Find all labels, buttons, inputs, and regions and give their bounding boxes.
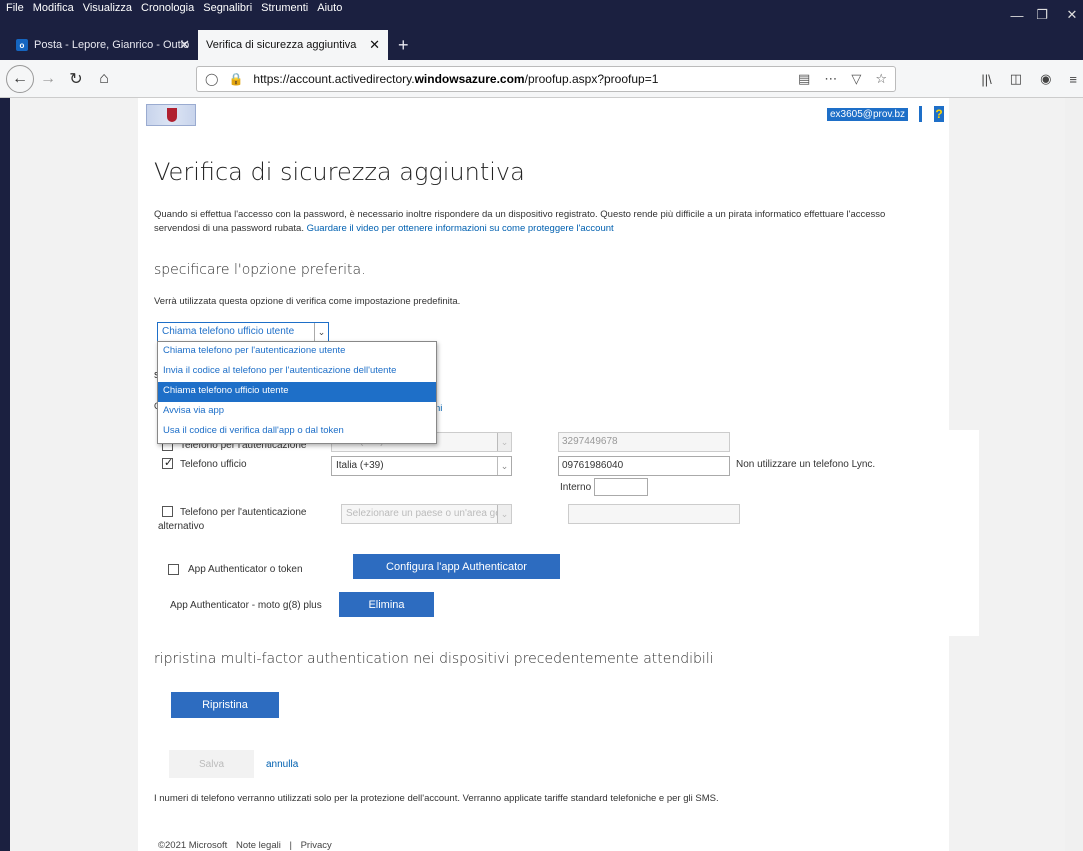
lock-icon[interactable]: 🔒 (228, 72, 243, 86)
chevron-down-icon: ⌄ (497, 505, 511, 523)
close-window-button[interactable]: ✕ (1050, 0, 1083, 30)
pocket-icon[interactable]: ▽ (851, 71, 861, 87)
tab-bar: o Posta - Lepore, Gianrico - Outlo ✕ Ver… (0, 30, 1083, 60)
intro-text: Quando si effettua l'accesso con la pass… (154, 208, 924, 236)
back-button[interactable]: ← (6, 64, 34, 93)
footer-separator: | (289, 840, 292, 851)
page-actions-icon[interactable]: ⋯ (824, 71, 837, 87)
configure-authenticator-button[interactable]: Configura l'app Authenticator (353, 554, 560, 579)
tab-verifica[interactable]: Verifica di sicurezza aggiuntiva ✕ (198, 30, 388, 60)
copyright: ©2021 Microsoft (158, 840, 228, 851)
url-suffix: /proofup.aspx?proofup=1 (524, 72, 659, 86)
delete-device-button[interactable]: Elimina (339, 592, 434, 617)
office-phone-number-input[interactable]: 09761986040 (558, 456, 730, 476)
url-prefix: https://account.activedirectory. (253, 72, 415, 86)
office-phone-label: Telefono ufficio (180, 459, 247, 470)
chevron-down-icon: ⌄ (497, 433, 511, 451)
authenticator-device-label: App Authenticator - moto g(8) plus (170, 600, 322, 611)
save-button[interactable]: Salva (169, 750, 254, 778)
url-actions: ▤ ⋯ ▽ ☆ (798, 71, 887, 87)
alt-phone-country-placeholder: Selezionare un paese o un'area geografic… (346, 508, 511, 519)
office-phone-checkbox[interactable] (162, 456, 173, 469)
alt-phone-country-select[interactable]: Selezionare un paese o un'area geografic… (341, 504, 512, 524)
user-account-link[interactable]: ex3605@prov.bz (827, 108, 909, 121)
reload-button[interactable]: ↻ (62, 65, 90, 93)
menu-segnalibri[interactable]: Segnalibri (203, 2, 252, 14)
menu-file[interactable]: File (6, 2, 24, 14)
library-icon[interactable]: ||\ (981, 72, 991, 87)
extension-input[interactable] (594, 478, 648, 496)
office-phone-country-select[interactable]: Italia (+39) ⌄ (331, 456, 512, 476)
organization-logo (146, 104, 196, 126)
menu-aiuto[interactable]: Aiuto (317, 2, 342, 14)
reset-button[interactable]: Ripristina (171, 692, 279, 718)
navigation-bar: ← → ↻ ⌂ ◯ 🔒 https://account.activedirect… (0, 60, 1083, 98)
phone-usage-note: I numeri di telefono verranno utilizzati… (154, 793, 719, 804)
methods-panel: Telefono per l'autenticazione Italia (+3… (146, 430, 979, 636)
lync-note: Non utilizzare un telefono Lync. (736, 459, 876, 470)
chevron-down-icon: ⌄ (497, 457, 511, 475)
option-call-auth-phone[interactable]: Chiama telefono per l'autenticazione ute… (158, 342, 436, 362)
page-title: Verifica di sicurezza aggiuntiva (154, 158, 525, 186)
new-tab-button[interactable]: + (388, 30, 419, 60)
menu-bar: File Modifica Visualizza Cronologia Segn… (0, 0, 1083, 30)
toolbar-right: ||\ ◫ ◉ ≡ (981, 66, 1077, 92)
option-call-office-phone[interactable]: Chiama telefono ufficio utente (158, 382, 436, 402)
office-phone-country-value: Italia (+39) (336, 460, 384, 471)
menu-strumenti[interactable]: Strumenti (261, 2, 308, 14)
video-link[interactable]: Guardare il video per ottenere informazi… (307, 223, 614, 234)
auth-phone-number-input[interactable]: 3297449678 (558, 432, 730, 452)
preferred-option-dropdown: Chiama telefono per l'autenticazione ute… (157, 341, 437, 444)
extension-label: Interno (560, 482, 592, 493)
home-icon[interactable]: ⌂ (90, 65, 118, 93)
page-scrollbar[interactable] (1065, 98, 1083, 851)
alt-phone-label: Telefono per l'autenticazione alternativ… (158, 507, 307, 532)
menu-modifica[interactable]: Modifica (33, 2, 74, 14)
alt-phone-number-input[interactable] (568, 504, 740, 524)
tab-outlook[interactable]: o Posta - Lepore, Gianrico - Outlo ✕ (8, 30, 198, 60)
bookmark-star-icon[interactable]: ☆ (875, 71, 887, 87)
default-option-note: Verrà utilizzata questa opzione di verif… (154, 296, 461, 307)
tab-close-icon[interactable]: ✕ (179, 37, 190, 53)
tab-label: Posta - Lepore, Gianrico - Outlo (34, 39, 190, 51)
reset-heading: ripristina multi-factor authentication n… (154, 651, 714, 667)
option-text-code[interactable]: Invia il codice al telefono per l'autent… (158, 362, 436, 382)
privacy-link[interactable]: Privacy (301, 840, 332, 851)
authenticator-label: App Authenticator o token (188, 564, 303, 575)
menu-cronologia[interactable]: Cronologia (141, 2, 194, 14)
header-divider (919, 106, 922, 122)
menu-icon[interactable]: ≡ (1069, 72, 1077, 87)
page-viewport: ex3605@prov.bz ? Verifica di sicurezza a… (10, 98, 1083, 851)
cancel-link[interactable]: annulla (266, 759, 298, 770)
chevron-down-icon[interactable]: ⌄ (314, 323, 328, 341)
url-domain: windowsazure.com (414, 72, 525, 86)
window-left-edge (0, 98, 10, 851)
forward-button[interactable]: → (34, 65, 62, 93)
coat-of-arms-icon (167, 108, 177, 122)
menu-visualizza[interactable]: Visualizza (83, 2, 132, 14)
tab-close-icon[interactable]: ✕ (369, 37, 380, 53)
account-icon[interactable]: ◉ (1040, 71, 1051, 87)
shield-icon[interactable]: ◯ (205, 72, 218, 86)
selected-option-value: Chiama telefono ufficio utente (162, 326, 295, 337)
reader-view-icon[interactable]: ▤ (798, 71, 810, 87)
help-icon[interactable]: ? (934, 106, 944, 122)
tab-label: Verifica di sicurezza aggiuntiva (206, 39, 357, 51)
legal-link[interactable]: Note legali (236, 840, 281, 851)
authenticator-checkbox[interactable] (168, 564, 179, 575)
option-app-notify[interactable]: Avvisa via app (158, 402, 436, 422)
sidebar-icon[interactable]: ◫ (1010, 71, 1022, 87)
option-app-code[interactable]: Usa il codice di verifica dall'app o dal… (158, 422, 436, 442)
outlook-icon: o (16, 39, 28, 51)
page-footer: ©2021 Microsoft Note legali | Privacy (158, 840, 338, 851)
preferred-option-heading: specificare l'opzione preferita. (154, 262, 366, 278)
preferred-option-select[interactable]: Chiama telefono ufficio utente ⌄ (157, 322, 329, 342)
url-bar[interactable]: ◯ 🔒 https://account.activedirectory. wind… (196, 66, 896, 92)
